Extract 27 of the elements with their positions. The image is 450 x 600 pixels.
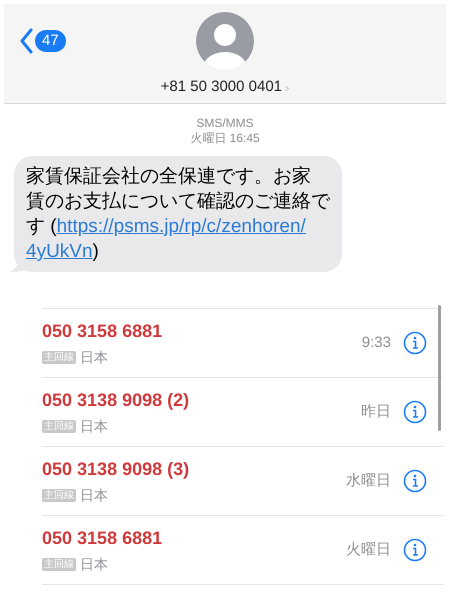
back-chevron-icon <box>19 28 33 54</box>
message-link[interactable]: 4yUkVn <box>26 241 93 262</box>
info-icon[interactable] <box>403 400 427 424</box>
info-icon[interactable] <box>403 538 427 562</box>
caller-number[interactable]: 050 3158 6881 <box>42 318 362 345</box>
chevron-icon: › <box>285 78 290 97</box>
caller-number[interactable]: 050 3138 9098 (2) <box>42 387 361 414</box>
back-button[interactable]: 47 <box>19 28 66 54</box>
call-time: 昨日 <box>361 402 391 422</box>
info-icon[interactable] <box>403 331 427 355</box>
caller-location: 日本 <box>80 486 108 505</box>
call-time: 火曜日 <box>346 540 391 560</box>
unread-count-badge: 47 <box>35 30 66 52</box>
caller-location: 日本 <box>80 348 108 367</box>
message-bubble: 家賃保証会社の全保連です。お家 賃のお支払について確認のご連絡で す (https://psms.jp/rp/c/zenhoren/ 4yUkVn) <box>14 156 342 272</box>
message-timestamp: 火曜日 16:45 <box>190 131 260 146</box>
info-icon[interactable] <box>403 469 427 493</box>
avatar-icon[interactable] <box>196 12 254 70</box>
contact-number[interactable]: +81 50 3000 0401 <box>160 76 282 98</box>
service-label: SMS/MMS <box>196 116 254 131</box>
caller-number[interactable]: 050 3138 9098 (3) <box>42 456 346 483</box>
caller-location: 日本 <box>80 555 108 574</box>
caller-number[interactable]: 050 3158 6881 <box>42 525 346 552</box>
caller-location: 日本 <box>80 417 108 436</box>
message-link[interactable]: https://psms.jp/rp/c/zenhoren/ <box>56 216 306 237</box>
call-time: 9:33 <box>362 332 391 353</box>
call-time: 水曜日 <box>346 470 391 491</box>
